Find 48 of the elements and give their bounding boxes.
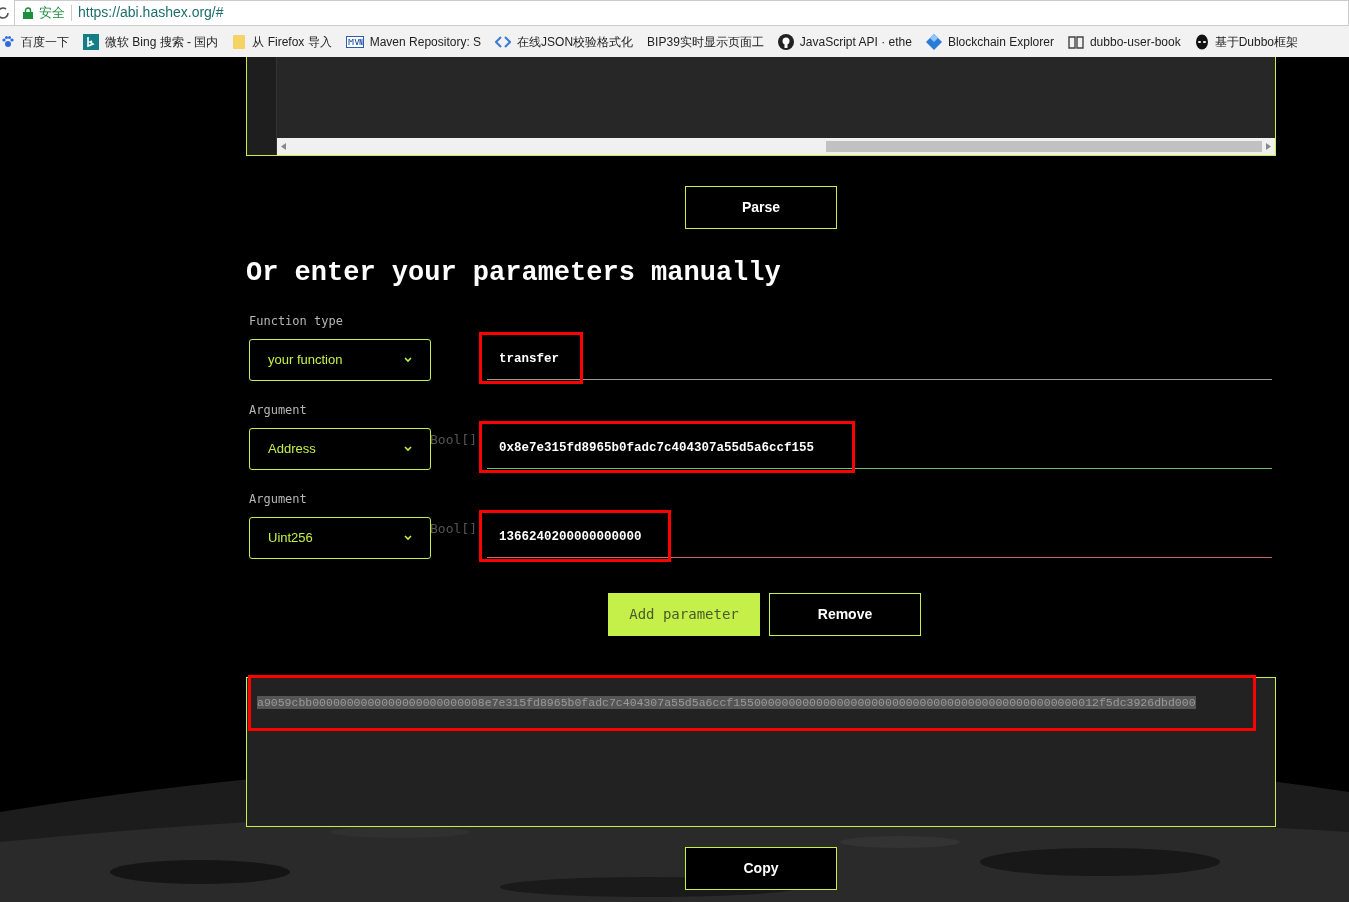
reload-icon[interactable] xyxy=(0,5,10,20)
chevron-down-icon xyxy=(404,445,412,452)
lock-icon xyxy=(23,6,33,19)
section-heading: Or enter your parameters manually xyxy=(246,257,782,290)
code-icon xyxy=(495,35,512,48)
chevron-down-icon xyxy=(404,356,412,363)
type-select[interactable]: Address xyxy=(249,427,431,470)
book-icon xyxy=(1067,34,1084,49)
field-label: Argument xyxy=(249,401,308,419)
mvn-icon xyxy=(345,35,364,48)
scrollbar-thumb[interactable] xyxy=(826,141,1262,152)
scroll-left-icon[interactable] xyxy=(281,143,286,150)
type-select[interactable]: your function xyxy=(249,338,431,381)
add-parameter-button[interactable]: Add parameter xyxy=(608,592,760,636)
type-select[interactable]: Uint256 xyxy=(249,516,431,559)
encoded-output: a9059cbb0000000000000000000000008e7e315fd8965b0fadc7c404307a55d5a6ccf15500000000000000000000000000000000000000000000000012f5dc3926dbd000 xyxy=(257,695,1196,709)
alien-icon xyxy=(1194,33,1209,50)
ghost-type-label: Bool[] xyxy=(430,519,477,538)
bookmark[interactable]: 微软 Bing 搜索 - 国内 xyxy=(83,32,219,51)
text-field[interactable]: transfer xyxy=(487,339,1272,379)
chevron-down-icon xyxy=(404,534,412,541)
paw-icon xyxy=(1,34,15,49)
remove-button[interactable]: Remove xyxy=(769,592,921,636)
bookmark[interactable]: 基于Dubbo框架 xyxy=(1194,32,1299,51)
abi-editor[interactable] xyxy=(246,57,1276,156)
security-label: 安全 xyxy=(39,3,65,22)
bookmark[interactable]: Maven Repository: S xyxy=(345,32,482,51)
bookmark[interactable]: BIP39实时显示页面工 xyxy=(647,32,764,51)
bookmark[interactable]: 在线JSON校验格式化 xyxy=(495,32,634,51)
scroll-right-icon[interactable] xyxy=(1266,143,1271,150)
bookmark[interactable]: 从 Firefox 导入 xyxy=(232,32,332,51)
text-field[interactable]: 0x8e7e315fd8965b0fadc7c404307a55d5a6ccf155 xyxy=(487,428,1272,468)
bookmark[interactable]: JavaScript API · ethe xyxy=(777,32,912,51)
ghost-type-label: Bool[] xyxy=(430,430,477,449)
field-label: Argument xyxy=(249,490,308,508)
github-icon xyxy=(777,33,794,50)
copy-button[interactable]: Copy xyxy=(685,846,837,890)
bookmark[interactable]: dubbo-user-book xyxy=(1067,32,1181,51)
horizontal-scrollbar[interactable] xyxy=(277,138,1275,155)
diamond-icon xyxy=(925,33,942,50)
bookmark[interactable]: 百度一下 xyxy=(1,32,69,51)
bookmark[interactable]: Blockchain Explorer xyxy=(925,32,1054,51)
folder-icon xyxy=(232,33,247,50)
url-field[interactable]: https://abi.hashex.org/# xyxy=(78,2,224,23)
parse-button[interactable]: Parse xyxy=(685,186,837,229)
field-label: Function type xyxy=(249,312,344,330)
b-icon xyxy=(83,33,99,50)
text-field[interactable]: 1366240200000000000 xyxy=(487,517,1272,557)
